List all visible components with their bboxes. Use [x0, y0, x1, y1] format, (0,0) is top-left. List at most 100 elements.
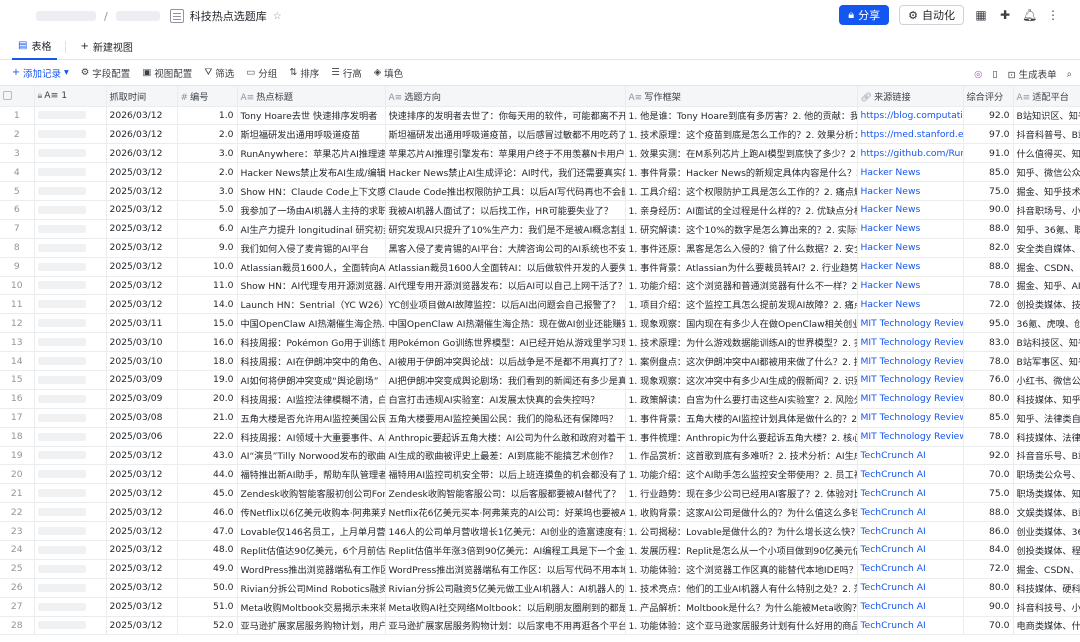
- score-cell[interactable]: 80.0: [963, 578, 1014, 598]
- blurred-cell[interactable]: [34, 521, 107, 541]
- platform-cell[interactable]: 抖音音乐号、B站音乐区…: [1013, 446, 1080, 466]
- pin-icon[interactable]: ☆: [273, 11, 282, 22]
- framework-cell[interactable]: 1. 产品解析：Moltbook是什么？为什么能被Meta收购？2. …: [625, 597, 858, 617]
- direction-cell[interactable]: YC创业项目做AI故障监控：以后AI出问题会自己报警了？: [385, 294, 626, 315]
- source-cell[interactable]: MIT Technology Review: [857, 332, 964, 353]
- time-cell[interactable]: 2026/03/12: [106, 124, 178, 145]
- platform-cell[interactable]: B站军事区、知乎、国际…: [1013, 351, 1080, 371]
- title-cell[interactable]: 斯坦福研发出通用呼吸道疫苗: [237, 124, 386, 145]
- title-cell[interactable]: AI生产力提升 longitudinal 研究初步…: [237, 219, 386, 239]
- id-cell[interactable]: 16.0: [177, 332, 238, 353]
- tab-new-view[interactable]: + 新建视图: [74, 34, 138, 60]
- score-cell[interactable]: 88.0: [963, 257, 1014, 277]
- direction-cell[interactable]: AI生成的歌曲被评史上最差：AI到底能不能搞艺术创作？: [385, 446, 626, 466]
- score-cell[interactable]: 86.0: [963, 521, 1014, 541]
- time-cell[interactable]: 2025/03/12: [106, 276, 178, 296]
- direction-cell[interactable]: 亚马逊扩展家居服务购物计划：以后家电不用再逛各个平台了？: [385, 616, 626, 636]
- source-cell[interactable]: TechCrunch AI: [857, 559, 964, 579]
- title-cell[interactable]: 传Netflix以6亿美元收购本·阿弗莱克…: [237, 502, 386, 523]
- column-header-title[interactable]: A≡ 热点标题: [237, 86, 386, 107]
- platform-cell[interactable]: 抖音职场号、小红书、…: [1013, 200, 1080, 220]
- blurred-cell[interactable]: [34, 313, 107, 334]
- source-cell[interactable]: Hacker News: [857, 238, 964, 258]
- framework-cell[interactable]: 1. 公司揭秘：Lovable是做什么的？为什么增长这么快？2. …: [625, 521, 858, 541]
- blurred-cell[interactable]: [34, 332, 107, 353]
- table-row[interactable]: 1 2026/03/12 1.0 Tony Hoare去世 快速排序发明者 快速排序的发…: [0, 106, 1080, 126]
- time-cell[interactable]: 2025/03/12: [106, 446, 178, 466]
- score-cell[interactable]: 88.0: [963, 502, 1014, 523]
- title-cell[interactable]: 五角大楼是否允许用AI监控美国公民…: [237, 408, 386, 428]
- source-cell[interactable]: TechCrunch AI: [857, 483, 964, 504]
- share-button[interactable]: 🔒︎ 分享: [839, 5, 890, 25]
- direction-cell[interactable]: 斯坦福研发出通用呼吸道疫苗，以后感冒过敏都不用吃药了？: [385, 124, 626, 145]
- direction-cell[interactable]: Claude Code推出权限防护工具：以后AI写代码再也不会删库…: [385, 181, 626, 201]
- direction-cell[interactable]: 福特用AI监控司机安全带：以后上班连摸鱼的机会都没有了？: [385, 464, 626, 485]
- id-cell[interactable]: 5.0: [177, 200, 238, 220]
- blurred-cell[interactable]: [34, 181, 107, 201]
- blurred-cell[interactable]: [34, 124, 107, 145]
- more-icon[interactable]: ⋮: [1046, 8, 1060, 22]
- direction-cell[interactable]: Atlassian裁员1600人全面转AI：以后做软件开发的人要失业了？: [385, 257, 626, 277]
- blurred-cell[interactable]: [34, 446, 107, 466]
- column-header-direction[interactable]: A≡ 选题方向: [385, 86, 626, 107]
- field-config-button[interactable]: ⚙ 字段配置: [81, 66, 131, 80]
- id-cell[interactable]: 48.0: [177, 540, 238, 560]
- blurred-cell[interactable]: [34, 257, 107, 277]
- score-cell[interactable]: 88.0: [963, 219, 1014, 239]
- platform-cell[interactable]: 安全类自媒体、科技媒…: [1013, 238, 1080, 258]
- source-cell[interactable]: MIT Technology Review: [857, 408, 964, 428]
- score-cell[interactable]: 70.0: [963, 616, 1014, 636]
- source-cell[interactable]: Hacker News: [857, 276, 964, 296]
- title-cell[interactable]: 我参加了一场由AI机器人主持的求职…: [237, 200, 386, 220]
- id-cell[interactable]: 49.0: [177, 559, 238, 579]
- source-cell[interactable]: Hacker News: [857, 162, 964, 183]
- title-cell[interactable]: Rivian分拆公司Mind Robotics融资5…: [237, 578, 386, 598]
- time-cell[interactable]: 2025/03/12: [106, 257, 178, 277]
- direction-cell[interactable]: 五角大楼要用AI监控美国公民：我们的隐私还有保障吗？: [385, 408, 626, 428]
- score-cell[interactable]: 90.0: [963, 597, 1014, 617]
- time-cell[interactable]: 2025/03/12: [106, 502, 178, 523]
- row-height-button[interactable]: ☰ 行高: [331, 66, 362, 80]
- tab-table[interactable]: ▤ 表格: [12, 34, 58, 60]
- time-cell[interactable]: 2025/03/12: [106, 181, 178, 201]
- score-cell[interactable]: 78.0: [963, 351, 1014, 371]
- source-cell[interactable]: Hacker News: [857, 200, 964, 220]
- title-cell[interactable]: 科技周报：AI监控法律模糊不清，白…: [237, 389, 386, 409]
- id-cell[interactable]: 22.0: [177, 427, 238, 447]
- source-cell[interactable]: Hacker News: [857, 294, 964, 315]
- source-cell[interactable]: MIT Technology Review: [857, 389, 964, 409]
- framework-cell[interactable]: 1. 现象观察：这次冲突中有多少AI生成的假新闻？2. 识别难…: [625, 370, 858, 390]
- blurred-cell[interactable]: [34, 502, 107, 523]
- platform-cell[interactable]: 掘金、知乎、AI类…: [1013, 276, 1080, 296]
- breadcrumb-blurred-2[interactable]: [115, 11, 160, 21]
- table-row[interactable]: 8 2025/03/12 9.0 我们如何入侵了麦肯锡的AI平台 黑客入侵了麦肯锡的AI…: [0, 238, 1080, 258]
- source-cell[interactable]: TechCrunch AI: [857, 578, 964, 598]
- score-cell[interactable]: 72.0: [963, 294, 1014, 315]
- title-cell[interactable]: AI“演员”Tilly Norwood发布的歌曲被…: [237, 446, 386, 466]
- table-row[interactable]: 26 2025/03/12 50.0 Rivian分拆公司Mind Robotics融…: [0, 578, 1080, 598]
- score-cell[interactable]: 75.0: [963, 483, 1014, 504]
- platform-cell[interactable]: 电商类媒体、什么值得…: [1013, 616, 1080, 636]
- title-cell[interactable]: 福特推出新AI助手，帮助车队管理者…: [237, 464, 386, 485]
- direction-cell[interactable]: Replit估值半年涨3倍到90亿美元：AI编程工具是下一个金矿？: [385, 540, 626, 560]
- id-cell[interactable]: 51.0: [177, 597, 238, 617]
- table-row[interactable]: 10 2025/03/12 11.0 Show HN：AI代理专用开源浏览器… AI代理…: [0, 276, 1080, 296]
- framework-cell[interactable]: 1. 工具介绍：这个权限防护工具是怎么工作的？2. 痛点解…: [625, 181, 858, 201]
- platform-cell[interactable]: 小红书、微信公众号、…: [1013, 370, 1080, 390]
- title-cell[interactable]: Meta收购Moltbook交易揭示未来将…: [237, 597, 386, 617]
- platform-cell[interactable]: 36氪、虎嗅、创业类公…: [1013, 313, 1080, 334]
- blurred-cell[interactable]: [34, 578, 107, 598]
- time-cell[interactable]: 2025/03/09: [106, 389, 178, 409]
- plugin-icon[interactable]: ✚: [998, 8, 1012, 22]
- table-row[interactable]: 13 2025/03/10 16.0 科技周报：Pokémon Go用于训练世… 用Po…: [0, 332, 1080, 353]
- platform-cell[interactable]: 掘金、知乎技术区、程…: [1013, 181, 1080, 201]
- blurred-cell[interactable]: [34, 162, 107, 183]
- blurred-cell[interactable]: [34, 219, 107, 239]
- source-cell[interactable]: TechCrunch AI: [857, 521, 964, 541]
- table-row[interactable]: 25 2025/03/12 49.0 WordPress推出浏览器端私有工作区… Wor…: [0, 559, 1080, 579]
- blurred-cell[interactable]: [34, 559, 107, 579]
- table-row[interactable]: 3 2026/03/12 3.0 RunAnywhere：苹果芯片AI推理速… 苹果芯片…: [0, 143, 1080, 164]
- framework-cell[interactable]: 1. 项目介绍：这个监控工具怎么提前发现AI故障？2. 痛点解…: [625, 294, 858, 315]
- source-cell[interactable]: TechCrunch AI: [857, 540, 964, 560]
- direction-cell[interactable]: 研究发现AI只提升了10%生产力：我们是不是被AI概念割韭菜了？: [385, 219, 626, 239]
